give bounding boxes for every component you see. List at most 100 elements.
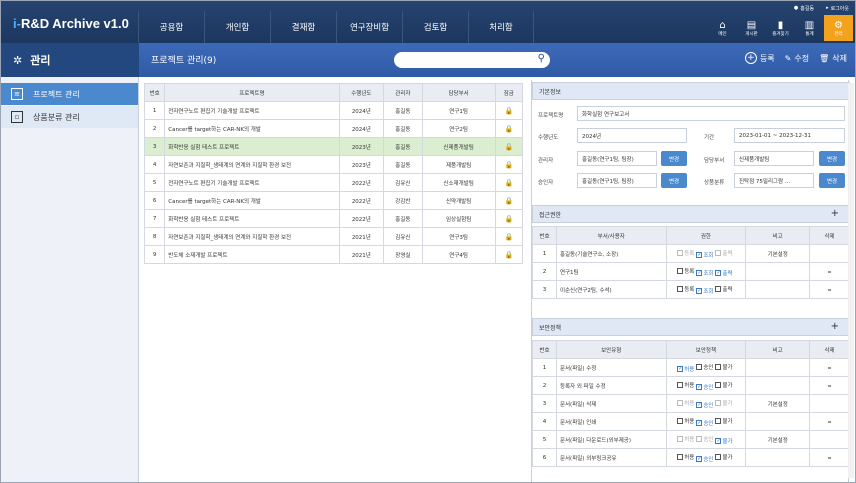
security-cell-name: 문서(파일) 인쇄 — [555, 412, 667, 431]
dept-field[interactable]: 신제품개발팀 — [734, 151, 814, 166]
search-icon[interactable]: ⚲ — [538, 53, 545, 64]
security-checkbox[interactable]: 불가 — [715, 381, 733, 389]
dept-change-button[interactable]: 변경 — [819, 151, 845, 166]
access-delete-button[interactable]: – — [809, 262, 850, 281]
checkbox-icon: ✓ — [696, 269, 703, 276]
security-delete-button[interactable]: – — [809, 412, 850, 431]
edit-button[interactable]: ✎ 수정 — [785, 52, 809, 64]
lock-open-icon[interactable]: 🔒 — [504, 143, 513, 151]
add-security-button[interactable]: + — [831, 321, 839, 332]
manager-field[interactable]: 홍길동(연구1팀, 팀장) — [577, 151, 657, 166]
app-logo[interactable]: i-R&D Archive v1.0 — [13, 16, 129, 31]
project-row[interactable]: 6 Cancer를 target하는 CAR-NK의 개발 2022년 강감찬 신약개발… — [143, 191, 524, 210]
product-label: 상품분류 — [704, 180, 725, 186]
project-row[interactable]: 1 전자연구노트 편집기 기술개발 프로젝트 2024년 홍길동 연구1팀 🔒 — [143, 101, 524, 120]
nav-process[interactable]: 처리함 — [468, 11, 534, 43]
security-delete-button[interactable] — [809, 430, 850, 449]
logout-link[interactable]: ▸ 로그아웃 — [826, 5, 849, 12]
access-delete-button[interactable] — [809, 244, 850, 263]
security-checkbox[interactable]: 허용 — [677, 453, 694, 461]
security-checkbox[interactable]: ✓ 승인 — [696, 401, 713, 409]
project-row[interactable]: 8 자연보존과 지질학_생태계의 연계와 지질학 환경 보전 2021년 김유신 연구3… — [143, 227, 524, 246]
year-field[interactable]: 2024년 — [577, 128, 687, 143]
top-admin-button[interactable]: ⚙ 관리 — [824, 15, 853, 41]
scrollbar[interactable] — [848, 83, 854, 478]
lock-open-icon[interactable]: 🔒 — [504, 251, 513, 259]
security-delete-button[interactable] — [809, 394, 850, 413]
project-row[interactable]: 5 전자연구노트 편집기 기술개발 프로젝트 2022년 김유신 신소재개발팀 🔒 — [143, 173, 524, 192]
security-checkbox[interactable]: ✓ 허용 — [677, 365, 694, 373]
security-checkbox[interactable]: ✓ 승인 — [696, 455, 713, 463]
approver-field[interactable]: 홍길동(연구1팀, 팀장) — [577, 173, 657, 188]
manager-change-button[interactable]: 변경 — [661, 151, 687, 166]
product-change-button[interactable]: 변경 — [819, 173, 845, 188]
plus-icon: + — [744, 52, 757, 64]
checkbox-icon: ✓ — [677, 365, 684, 372]
top-bar: ● 홍길동 ▸ 로그아웃 i-R&D Archive v1.0 공용함 개인함 결재… — [1, 1, 855, 43]
access-checkbox[interactable]: 출력 — [715, 285, 733, 293]
project-row[interactable]: 7 화학반응 실험 테스트 프로젝트 2022년 홍길동 임상실험팀 🔒 — [143, 209, 524, 228]
nav-public[interactable]: 공용함 — [138, 11, 204, 43]
access-checkbox[interactable]: 등록 — [677, 285, 694, 293]
access-checkbox[interactable]: 출력 — [715, 249, 733, 257]
security-checkbox[interactable]: 불가 — [715, 363, 733, 371]
sidebar-item-project[interactable]: ≡ 프로젝트 관리 — [1, 83, 138, 105]
security-checkbox[interactable]: 승인 — [696, 363, 713, 371]
top-home-button[interactable]: ⌂ 메인 — [708, 15, 737, 41]
nav-approval[interactable]: 결재함 — [270, 11, 336, 43]
product-field[interactable]: 진탁점 75밀리그람 ... — [734, 173, 814, 188]
access-checkbox[interactable]: ✓ 출력 — [715, 269, 733, 277]
access-checkbox[interactable]: ✓ 조회 — [696, 251, 713, 259]
lock-open-icon[interactable]: 🔒 — [504, 107, 513, 115]
security-checkbox[interactable]: 승인 — [696, 435, 713, 443]
security-checkbox[interactable]: ✓ 승인 — [696, 419, 713, 427]
access-checkbox[interactable]: 등록 — [677, 249, 694, 257]
user-menu[interactable]: ● 홍길동 — [794, 5, 814, 12]
top-bookmark-button[interactable]: ▮ 즐겨찾기 — [766, 15, 795, 41]
nav-equipment[interactable]: 연구장비함 — [336, 11, 402, 43]
app-window: ● 홍길동 ▸ 로그아웃 i-R&D Archive v1.0 공용함 개인함 결재… — [0, 0, 856, 483]
lock-open-icon[interactable]: 🔒 — [504, 125, 513, 133]
search-input[interactable]: ⚲ — [394, 52, 550, 68]
access-cell-perms: 등록 ✓ 조회 출력 — [665, 244, 747, 263]
lock-closed-icon[interactable]: 🔒 — [504, 233, 513, 241]
project-row[interactable]: 2 Cancer를 target하는 CAR-NK의 개발 2024년 홍길동 연구2팀… — [143, 119, 524, 138]
access-checkbox[interactable]: ✓ 조회 — [696, 287, 713, 295]
security-checkbox[interactable]: 불가 — [715, 399, 733, 407]
add-access-button[interactable]: + — [831, 208, 839, 219]
security-checkbox[interactable]: 허용 — [677, 417, 694, 425]
top-board-button[interactable]: ▤ 게시판 — [737, 15, 766, 41]
security-delete-button[interactable]: – — [809, 376, 850, 395]
project-row[interactable]: 4 자연보존과 지질학_생태계의 연계와 지질학 환경 보전 2023년 홍길동 제품개… — [143, 155, 524, 174]
security-checkbox[interactable]: 불가 — [715, 417, 733, 425]
approver-change-button[interactable]: 변경 — [661, 173, 687, 188]
access-checkbox[interactable]: ✓ 조회 — [696, 269, 713, 277]
access-delete-button[interactable]: – — [809, 280, 850, 299]
lock-open-icon[interactable]: 🔒 — [504, 179, 513, 187]
security-delete-button[interactable]: – — [809, 358, 850, 377]
lock-closed-icon[interactable]: 🔒 — [504, 197, 513, 205]
security-checkbox[interactable]: ✓ 불가 — [715, 437, 733, 445]
lock-open-icon[interactable]: 🔒 — [504, 215, 513, 223]
nav-review[interactable]: 검토함 — [402, 11, 468, 43]
lock-closed-icon[interactable]: 🔒 — [504, 161, 513, 169]
security-checkbox[interactable]: 불가 — [715, 453, 733, 461]
register-button[interactable]: + 등록 — [744, 52, 775, 64]
project-row[interactable]: 3 화학반응 실험 테스트 프로젝트 2023년 홍길동 신제품개발팀 🔒 — [143, 137, 524, 156]
access-col-no: 번호 — [532, 226, 557, 245]
security-checkbox[interactable]: 허용 — [677, 381, 694, 389]
checkbox-label: 승인 — [703, 402, 714, 409]
nav-personal[interactable]: 개인함 — [204, 11, 270, 43]
period-field[interactable]: 2023-01-01 ~ 2023-12-31 — [734, 128, 845, 143]
project-row[interactable]: 9 반도체 소재개발 프로젝트 2021년 장영실 연구4팀 🔒 — [143, 245, 524, 264]
top-stats-button[interactable]: ▥ 통계 — [795, 15, 824, 41]
project-field[interactable]: 화학실험 연구보고서 — [577, 106, 845, 121]
security-checkbox[interactable]: ✓ 승인 — [696, 383, 713, 391]
security-delete-button[interactable]: – — [809, 448, 850, 467]
access-checkbox[interactable]: 등록 — [677, 267, 694, 275]
gear-icon: ⚙ — [834, 19, 843, 31]
sidebar-item-product[interactable]: ▫ 상품분류 관리 — [1, 106, 138, 128]
security-checkbox[interactable]: 허용 — [677, 399, 694, 407]
security-checkbox[interactable]: 허용 — [677, 435, 694, 443]
delete-button[interactable]: 🗑 삭제 — [819, 52, 847, 64]
